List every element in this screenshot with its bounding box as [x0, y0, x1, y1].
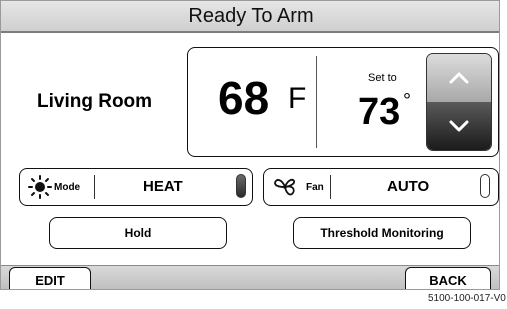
chevron-down-icon [449, 120, 469, 132]
mode-indicator [236, 174, 246, 198]
thermostat-screen: Ready To Arm Living Room 68 F Set to 73 … [0, 0, 500, 290]
set-temperature: 73 [358, 91, 401, 133]
chevron-up-icon [449, 72, 469, 84]
temperature-panel: 68 F Set to 73 ° [187, 47, 499, 157]
room-name: Living Room [37, 91, 153, 112]
mode-selector[interactable]: Mode HEAT [19, 168, 253, 206]
fan-icon [274, 178, 296, 196]
setpoint-stepper [426, 53, 492, 151]
decrease-setpoint-button[interactable] [427, 102, 491, 150]
threshold-monitoring-button[interactable]: Threshold Monitoring [293, 217, 471, 249]
increase-setpoint-button[interactable] [427, 54, 491, 102]
fan-value: AUTO [387, 178, 430, 195]
fan-selector[interactable]: Fan AUTO [263, 168, 499, 206]
mode-label: Mode [54, 182, 81, 193]
current-temperature: 68 [218, 72, 270, 124]
page-title: Ready To Arm [1, 1, 499, 33]
figure-code: 5100-100-017-V0 [428, 293, 506, 304]
back-button[interactable]: BACK [405, 267, 491, 289]
fan-separator [330, 175, 331, 199]
hold-button[interactable]: Hold [49, 217, 227, 249]
set-temperature-degree: ° [403, 90, 411, 112]
fan-indicator [480, 174, 490, 198]
set-to-label: Set to [368, 72, 397, 84]
current-temperature-unit: F [288, 82, 307, 115]
mode-separator [94, 175, 95, 199]
mode-value: HEAT [143, 178, 183, 195]
temperature-divider [316, 56, 317, 148]
sun-icon [28, 175, 52, 199]
fan-label: Fan [306, 182, 324, 193]
edit-button[interactable]: EDIT [9, 267, 91, 289]
